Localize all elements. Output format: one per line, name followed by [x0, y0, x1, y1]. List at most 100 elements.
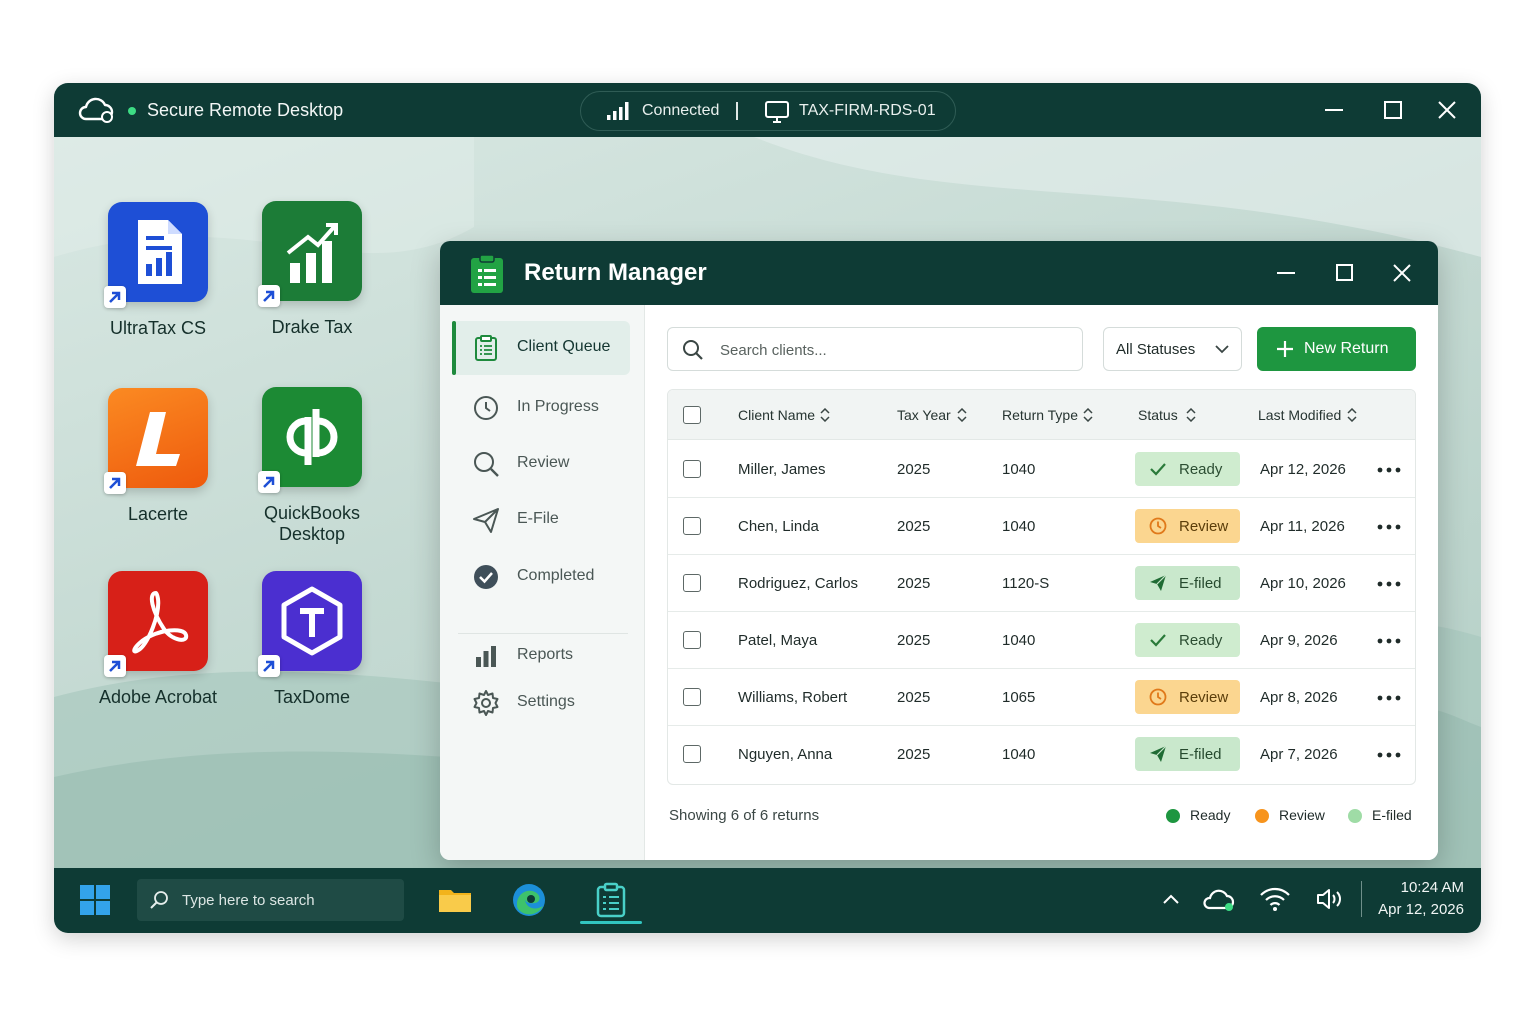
more-options-icon[interactable]	[1375, 461, 1403, 479]
search-box[interactable]	[667, 327, 1083, 371]
clock-icon	[474, 396, 498, 420]
status-badge-label: Review	[1179, 518, 1229, 535]
return-type-cell: 1120-S	[1002, 575, 1050, 592]
remote-close-button[interactable]	[1432, 95, 1462, 125]
more-options-icon[interactable]	[1375, 689, 1403, 707]
nav-label: Client Queue	[517, 338, 611, 355]
window-close-button[interactable]	[1388, 259, 1416, 287]
chevron-up-icon[interactable]	[1162, 892, 1180, 906]
status-badge: Ready	[1135, 452, 1240, 486]
remote-minimize-button[interactable]	[1319, 95, 1349, 125]
column-header-tax-year[interactable]: Tax Year	[897, 407, 967, 423]
connection-status-dot	[128, 107, 136, 115]
taskbar-clock-time[interactable]: 10:24 AM	[1374, 879, 1464, 896]
return-type-cell: 1040	[1002, 518, 1036, 535]
tax-year-cell: 2025	[897, 689, 931, 706]
column-header-client-name[interactable]: Client Name	[738, 407, 830, 423]
folder-icon[interactable]	[437, 882, 473, 918]
more-options-icon[interactable]	[1375, 575, 1403, 593]
clock-icon	[1149, 688, 1167, 706]
column-header-last-modified[interactable]: Last Modified	[1258, 407, 1357, 423]
row-checkbox[interactable]	[683, 688, 701, 706]
nav-item-review[interactable]: Review	[452, 437, 630, 491]
nav-label: E-File	[517, 510, 559, 527]
remote-maximize-button[interactable]	[1378, 95, 1408, 125]
column-header-status[interactable]: Status	[1138, 407, 1196, 423]
table-row[interactable]: Williams, Robert 2025 1065 Review Apr 8,…	[668, 669, 1415, 726]
return-manager-icon[interactable]	[593, 882, 629, 918]
row-checkbox[interactable]	[683, 574, 701, 592]
nav-item-client-queue[interactable]: Client Queue	[452, 321, 630, 375]
status-badge: Review	[1135, 509, 1240, 543]
desktop-icon-label: QuickBooks Desktop	[263, 503, 361, 544]
remote-desktop-titlebar: Secure Remote Desktop Connected TAX-FIRM…	[54, 83, 1481, 137]
column-header-label: Client Name	[738, 407, 816, 423]
table-row[interactable]: Patel, Maya 2025 1040 Ready Apr 9, 2026	[668, 612, 1415, 669]
edge-browser-icon[interactable]	[511, 882, 547, 918]
onedrive-cloud-icon[interactable]	[1200, 886, 1236, 914]
last-modified-cell: Apr 7, 2026	[1260, 746, 1338, 763]
table-row[interactable]: Nguyen, Anna 2025 1040 E-filed Apr 7, 20…	[668, 726, 1415, 783]
connection-info-pill[interactable]: Connected TAX-FIRM-RDS-01	[580, 91, 956, 131]
return-manager-app-icon	[471, 254, 503, 293]
clipboard-icon	[475, 335, 497, 361]
shortcut-arrow-icon	[258, 655, 280, 677]
status-badge-label: Ready	[1179, 461, 1223, 478]
sort-icon	[1083, 408, 1093, 422]
desktop-icon-label: Adobe Acrobat	[98, 687, 218, 707]
status-badge: E-filed	[1135, 566, 1240, 600]
return-type-cell: 1040	[1002, 461, 1036, 478]
shortcut-arrow-icon	[258, 285, 280, 307]
nav-item-in-progress[interactable]: In Progress	[452, 381, 630, 435]
shortcut-arrow-icon	[104, 655, 126, 677]
client-name-cell: Rodriguez, Carlos	[738, 575, 859, 592]
row-checkbox[interactable]	[683, 517, 701, 535]
desktop-icon-label: Drake Tax	[271, 317, 353, 337]
bar-chart-icon	[476, 646, 496, 667]
returns-table: Client Name Tax Year Return Type Status …	[667, 389, 1416, 785]
more-options-icon[interactable]	[1375, 632, 1403, 650]
window-maximize-button[interactable]	[1331, 259, 1359, 287]
shortcut-arrow-icon	[258, 471, 280, 493]
status-filter-value: All Statuses	[1116, 341, 1196, 358]
wifi-icon[interactable]	[1259, 886, 1291, 912]
client-name-cell: Nguyen, Anna	[738, 746, 833, 763]
window-minimize-button[interactable]	[1272, 259, 1300, 287]
sort-icon	[957, 408, 967, 422]
table-header: Client Name Tax Year Return Type Status …	[668, 390, 1415, 440]
taskbar-search[interactable]: Type here to search	[137, 879, 404, 921]
sort-icon	[1186, 408, 1196, 422]
client-queue-panel: All Statuses New Return Client Name	[646, 305, 1438, 860]
nav-label: Review	[517, 454, 570, 471]
search-clients-input[interactable]	[720, 337, 1070, 363]
nav-item-e-file[interactable]: E-File	[452, 493, 630, 547]
last-modified-cell: Apr 12, 2026	[1260, 461, 1346, 478]
nav-item-settings[interactable]: Settings	[452, 676, 630, 730]
legend-dot	[1348, 809, 1362, 823]
search-icon	[150, 891, 168, 909]
taskbar-clock-date[interactable]: Apr 12, 2026	[1364, 901, 1464, 918]
return-type-cell: 1065	[1002, 689, 1036, 706]
table-row[interactable]: Chen, Linda 2025 1040 Review Apr 11, 202…	[668, 498, 1415, 555]
status-filter-dropdown[interactable]: All Statuses	[1103, 327, 1242, 371]
nav-label: Reports	[517, 646, 574, 663]
clock-icon	[1149, 517, 1167, 535]
column-header-return-type[interactable]: Return Type	[1002, 407, 1093, 423]
select-all-checkbox[interactable]	[683, 406, 701, 424]
row-checkbox[interactable]	[683, 745, 701, 763]
nav-item-completed[interactable]: Completed	[452, 550, 630, 604]
nav-item-reports[interactable]: Reports	[452, 629, 630, 683]
table-row[interactable]: Rodriguez, Carlos 2025 1120-S E-filed Ap…	[668, 555, 1415, 612]
more-options-icon[interactable]	[1375, 746, 1403, 764]
monitor-icon	[765, 101, 789, 123]
new-return-button[interactable]: New Return	[1257, 327, 1416, 371]
row-checkbox[interactable]	[683, 631, 701, 649]
volume-icon[interactable]	[1315, 886, 1345, 912]
shortcut-arrow-icon	[104, 286, 126, 308]
table-row[interactable]: Miller, James 2025 1040 Ready Apr 12, 20…	[668, 441, 1415, 498]
windows-start-icon[interactable]	[80, 885, 110, 915]
more-options-icon[interactable]	[1375, 518, 1403, 536]
search-icon	[683, 340, 703, 360]
last-modified-cell: Apr 10, 2026	[1260, 575, 1346, 592]
row-checkbox[interactable]	[683, 460, 701, 478]
